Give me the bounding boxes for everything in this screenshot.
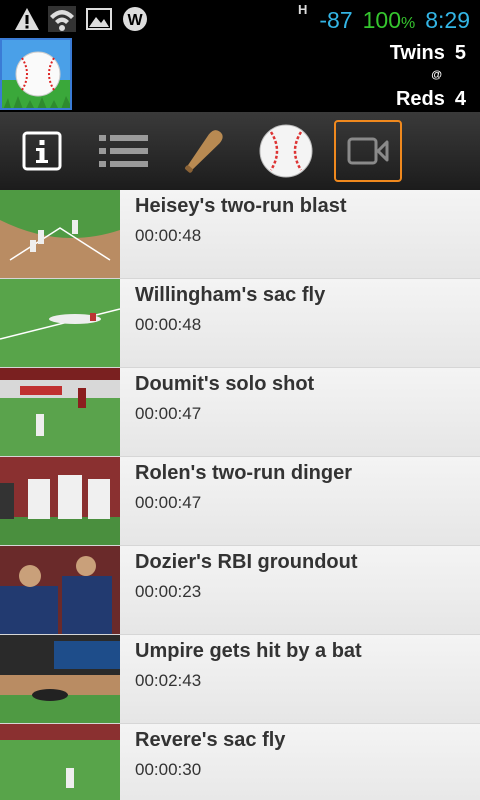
svg-text:W: W xyxy=(127,12,143,29)
video-duration: 00:00:30 xyxy=(135,760,202,779)
video-thumbnail xyxy=(0,724,120,800)
video-thumbnail xyxy=(0,279,120,367)
at-symbol: @ xyxy=(431,69,442,81)
away-team-name: Twins xyxy=(389,42,445,64)
info-icon xyxy=(22,131,62,171)
list-item[interactable]: Dozier's RBI groundout 00:00:23 xyxy=(0,546,480,635)
tab-info[interactable] xyxy=(8,120,76,182)
list-item[interactable]: Doumit's solo shot 00:00:47 xyxy=(0,368,480,457)
video-title: Dozier's RBI groundout xyxy=(135,551,358,573)
video-title: Doumit's solo shot xyxy=(135,373,315,395)
list-item[interactable]: Revere's sac fly 00:00:30 xyxy=(0,724,480,800)
list-item[interactable]: Willingham's sac fly 00:00:48 xyxy=(0,279,480,368)
video-thumbnail xyxy=(0,190,120,278)
tab-batting[interactable] xyxy=(170,120,238,182)
game-header: Twins 5 @ Reds 4 xyxy=(0,38,480,112)
gallery-icon xyxy=(86,6,112,32)
home-score-value: 4 xyxy=(454,88,466,110)
video-thumbnail xyxy=(0,368,120,456)
home-team-score: Reds 4 xyxy=(396,88,466,111)
home-team-name: Reds xyxy=(395,88,445,110)
video-duration: 00:02:43 xyxy=(135,671,202,690)
status-bar: W H -87 100% 8:29 xyxy=(0,0,480,38)
tab-videos[interactable] xyxy=(334,120,402,182)
list-item[interactable]: Rolen's two-run dinger 00:00:47 xyxy=(0,457,480,546)
list-item[interactable]: Heisey's two-run blast 00:00:48 xyxy=(0,190,480,279)
bat-icon xyxy=(185,130,223,173)
video-title: Revere's sac fly xyxy=(135,729,286,751)
video-thumbnail xyxy=(0,546,120,634)
video-duration: 00:00:48 xyxy=(135,226,202,245)
video-camera-icon xyxy=(347,137,389,165)
tab-pitching[interactable] xyxy=(252,120,320,182)
video-duration: 00:00:48 xyxy=(135,315,202,334)
video-title: Rolen's two-run dinger xyxy=(135,462,352,484)
battery-level: 100% xyxy=(362,7,416,33)
video-title: Willingham's sac fly xyxy=(135,284,326,306)
away-score-value: 5 xyxy=(454,42,466,64)
wifi-icon xyxy=(48,6,76,32)
away-team-score: Twins 5 xyxy=(390,42,466,65)
w-app-icon: W xyxy=(122,6,148,32)
video-list: Heisey's two-run blast 00:00:48 Willingh… xyxy=(0,190,480,800)
video-duration: 00:00:47 xyxy=(135,404,202,423)
video-title: Heisey's two-run blast xyxy=(135,195,347,217)
baseball-app-logo xyxy=(0,38,72,110)
tab-toolbar xyxy=(0,112,480,190)
list-icon xyxy=(99,135,148,167)
list-item[interactable]: Umpire gets hit by a bat 00:02:43 xyxy=(0,635,480,724)
video-thumbnail xyxy=(0,635,120,723)
baseball-icon xyxy=(259,124,313,178)
video-duration: 00:00:47 xyxy=(135,493,202,512)
tab-list[interactable] xyxy=(90,120,158,182)
signal-strength: -87 xyxy=(319,7,353,33)
clock: 8:29 xyxy=(425,7,470,33)
network-type-label: H xyxy=(298,2,308,17)
video-duration: 00:00:23 xyxy=(135,582,202,601)
video-thumbnail xyxy=(0,457,120,545)
warning-icon xyxy=(14,6,40,32)
video-title: Umpire gets hit by a bat xyxy=(135,640,362,662)
